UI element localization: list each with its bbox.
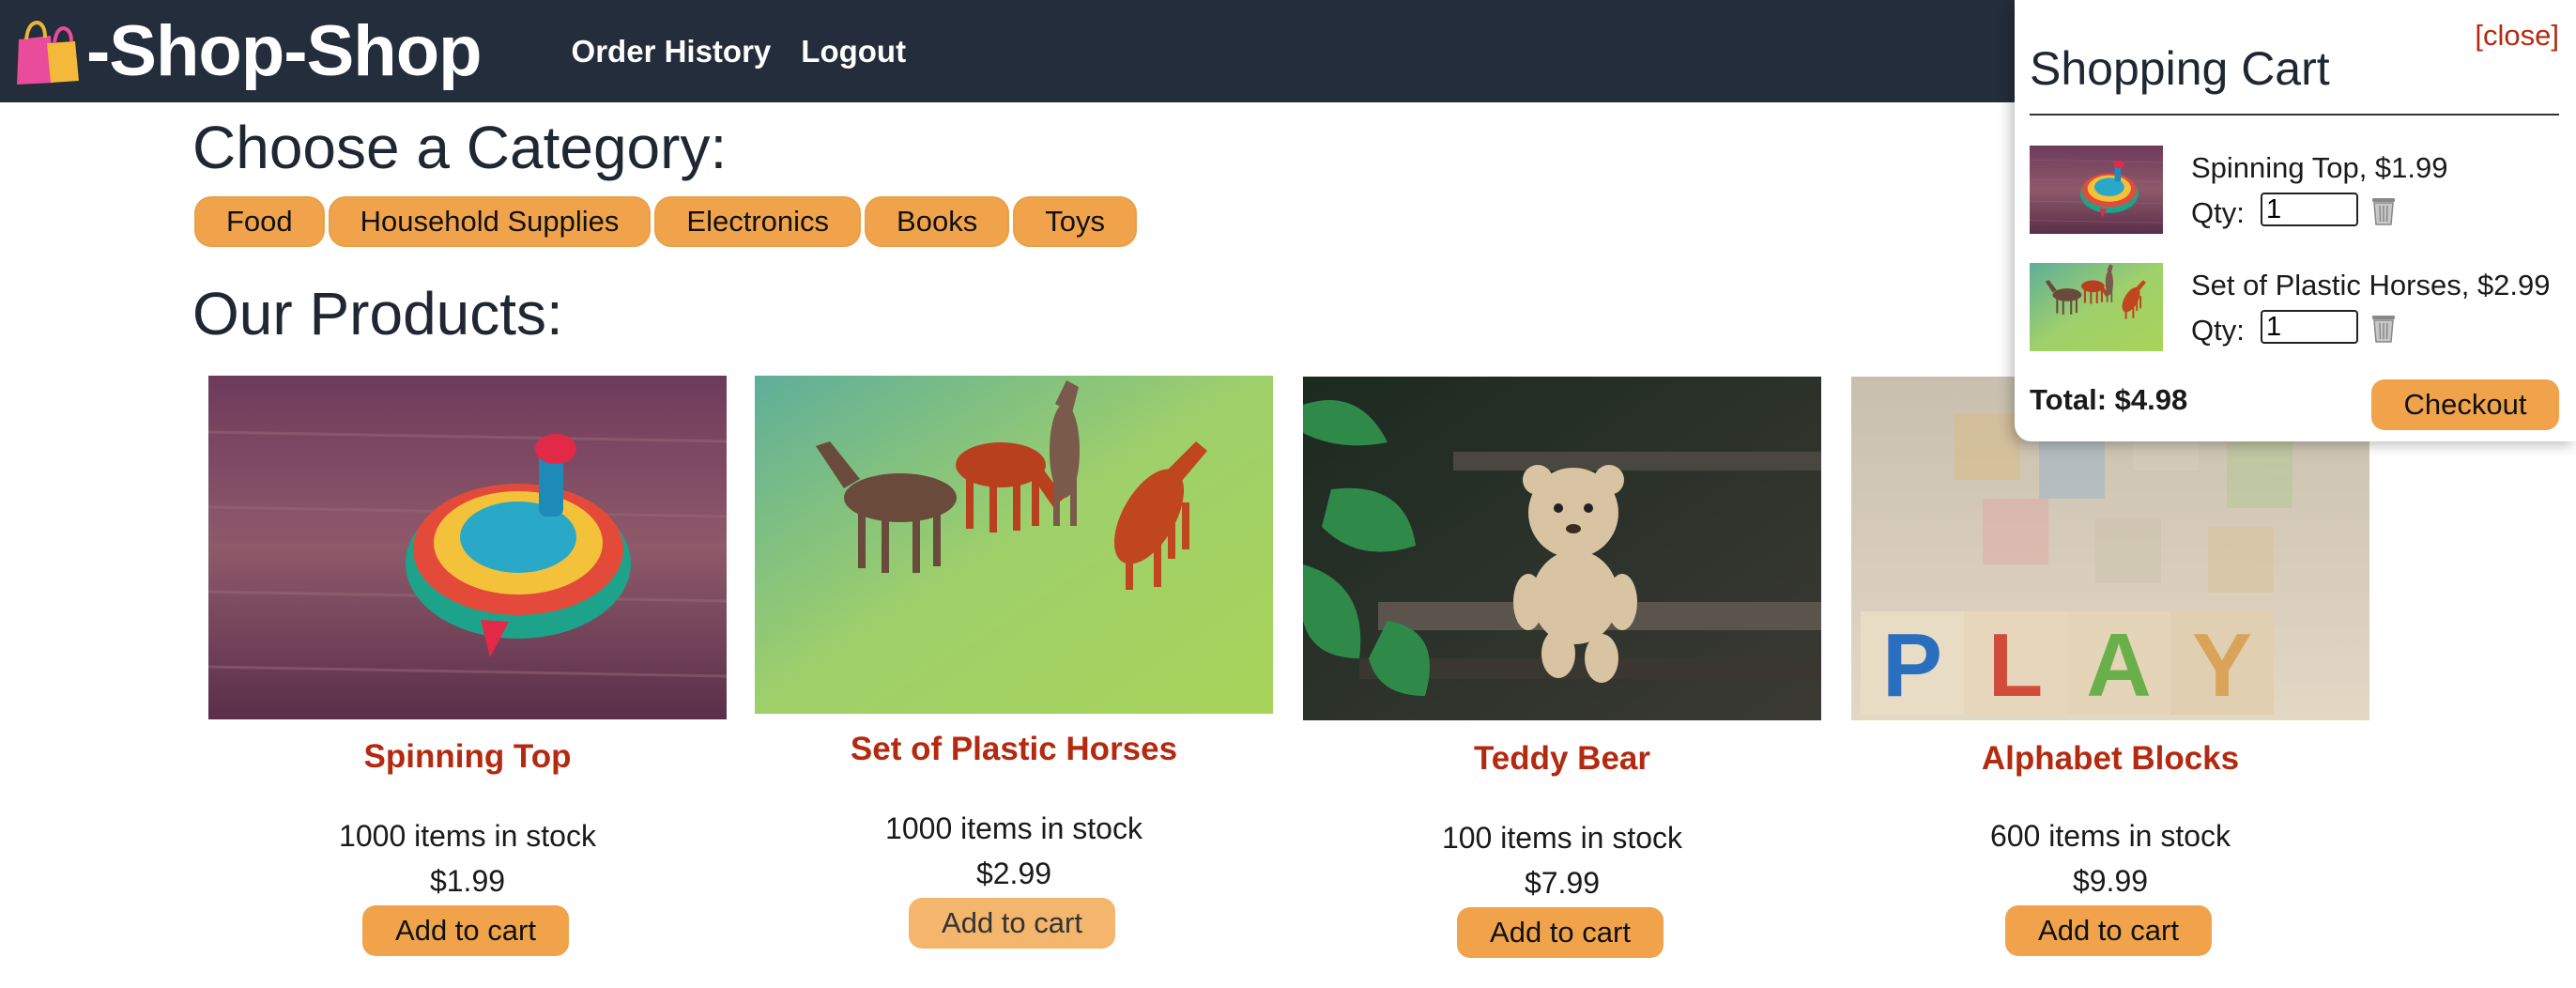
shopping-bags-icon	[13, 17, 83, 86]
teddy-bear-image[interactable]	[1303, 376, 1821, 721]
product-price: $1.99	[429, 864, 506, 898]
products-heading: Our Products:	[192, 280, 563, 347]
nav-order-history-link[interactable]: Order History	[572, 34, 772, 69]
cart-close-link[interactable]: [close]	[2475, 19, 2559, 53]
category-household-supplies-button[interactable]: Household Supplies	[328, 196, 652, 247]
product-stock: 100 items in stock	[1441, 821, 1683, 855]
cart-item-label: Spinning Top, $1.99	[2191, 151, 2448, 184]
add-to-cart-button[interactable]: Add to cart	[1457, 907, 1664, 958]
cart-total: Total: $4.98	[2030, 383, 2188, 416]
category-books-button[interactable]: Books	[865, 196, 1010, 247]
product-name[interactable]: Spinning Top	[208, 738, 727, 776]
nav-links: Order History Logout	[572, 34, 937, 69]
checkout-button[interactable]: Checkout	[2371, 379, 2559, 430]
add-to-cart-button[interactable]: Add to cart	[362, 905, 569, 956]
product-card-teddy-bear: Teddy Bear 100 items in stock $7.99 Add …	[1303, 376, 1821, 958]
product-card-alphabet-blocks: Alphabet Blocks 600 items in stock $9.99…	[1851, 376, 2369, 958]
add-to-cart-button[interactable]: Add to cart	[909, 898, 1115, 949]
trash-icon[interactable]	[2369, 312, 2398, 344]
product-stock: 600 items in stock	[1989, 819, 2231, 853]
category-heading: Choose a Category:	[192, 114, 728, 181]
product-name[interactable]: Set of Plastic Horses	[755, 731, 1273, 768]
product-card-spinning-top: Spinning Top 1000 items in stock $1.99 A…	[208, 376, 727, 958]
add-to-cart-button[interactable]: Add to cart	[2005, 905, 2212, 956]
qty-input[interactable]	[2261, 193, 2358, 226]
product-card-plastic-horses: Set of Plastic Horses 1000 items in stoc…	[755, 376, 1273, 958]
spinning-top-image[interactable]	[208, 376, 727, 719]
trash-icon[interactable]	[2369, 194, 2398, 226]
qty-label: Qty:	[2191, 314, 2245, 347]
category-food-button[interactable]: Food	[194, 196, 325, 247]
product-price: $9.99	[2072, 864, 2149, 898]
product-price: $2.99	[975, 857, 1052, 890]
product-stock: 1000 items in stock	[339, 819, 596, 853]
shopping-cart-panel: [close] Shopping Cart Spinning Top, $1.9…	[2015, 0, 2576, 441]
category-toys-button[interactable]: Toys	[1013, 196, 1137, 247]
cart-item-label: Set of Plastic Horses, $2.99	[2191, 269, 2551, 301]
brand-logo-link[interactable]: -Shop-Shop	[13, 10, 483, 92]
cart-item-thumbnail	[2030, 146, 2163, 234]
product-name[interactable]: Teddy Bear	[1303, 740, 1821, 778]
cart-item: Set of Plastic Horses, $2.99 Qty:	[2030, 263, 2565, 353]
product-price: $7.99	[1524, 866, 1601, 900]
product-name[interactable]: Alphabet Blocks	[1851, 740, 2369, 778]
product-stock: 1000 items in stock	[885, 811, 1142, 845]
category-electronics-button[interactable]: Electronics	[654, 196, 862, 247]
brand-title: -Shop-Shop	[86, 11, 483, 91]
cart-item: Spinning Top, $1.99 Qty:	[2030, 146, 2565, 236]
qty-input[interactable]	[2261, 310, 2358, 344]
category-list: Food Household Supplies Electronics Book…	[194, 196, 1141, 247]
cart-divider	[2030, 114, 2559, 116]
cart-title: Shopping Cart	[2030, 42, 2330, 95]
cart-item-thumbnail	[2030, 263, 2163, 351]
plastic-horses-image[interactable]	[755, 376, 1273, 714]
nav-logout-link[interactable]: Logout	[801, 34, 906, 69]
qty-label: Qty:	[2191, 196, 2245, 229]
